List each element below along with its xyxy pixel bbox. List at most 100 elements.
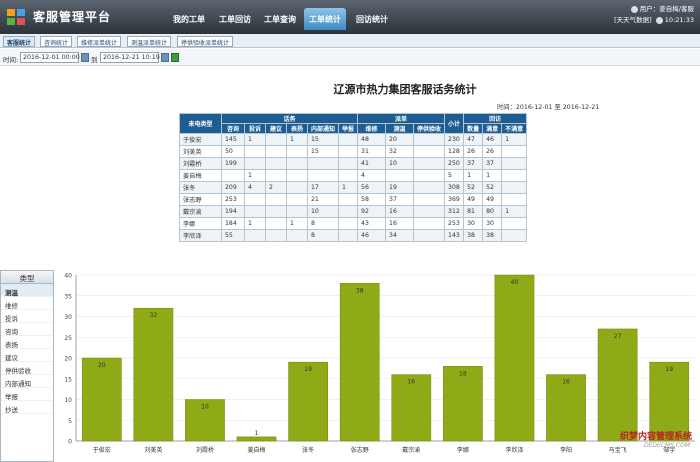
- type-list-item[interactable]: 测温: [1, 284, 53, 297]
- table-cell: 20: [385, 133, 415, 146]
- table-row: 姜自梅 1 4 5 1 1: [179, 169, 528, 182]
- table-cell: [286, 145, 308, 158]
- x-tick-label: 刘美英: [144, 446, 162, 454]
- table-cell: 37: [463, 157, 484, 170]
- table-cell: 30: [463, 217, 484, 230]
- user-icon: [630, 5, 638, 13]
- col-header: 数量: [463, 123, 484, 134]
- y-tick-label: 25: [64, 335, 72, 342]
- table-cell: 38: [482, 229, 503, 242]
- table-cell: 38: [463, 229, 484, 242]
- col-header: 咨询: [221, 123, 245, 134]
- y-tick-label: 10: [64, 397, 72, 404]
- table-cell: [286, 205, 308, 218]
- x-tick-label: 李欣泽: [505, 446, 523, 454]
- bar: [443, 366, 483, 442]
- subtab-stop-supply-stats[interactable]: 停供验收派单统计: [177, 36, 234, 47]
- bar: [288, 361, 328, 442]
- type-list-panel: 类型 测温 维修 投诉 咨询 表扬 建议 停供验收 内部通知 举报 抄送: [0, 270, 54, 462]
- bar-value-label: 38: [356, 287, 364, 294]
- subtab-temp-stats[interactable]: 测温派单统计: [127, 36, 172, 47]
- bar: [133, 307, 174, 442]
- table-cell: 253: [221, 193, 245, 206]
- type-list-item[interactable]: 表扬: [1, 336, 53, 349]
- table-cell: 184: [221, 217, 245, 230]
- type-list-item[interactable]: 建议: [1, 349, 53, 362]
- table-row: 刘美英 50 15 31 32 128 26 26: [179, 145, 528, 158]
- type-list-item[interactable]: 停供验收: [1, 362, 53, 375]
- nav-order-query[interactable]: 工单查询: [264, 14, 296, 25]
- table-cell: [501, 181, 528, 194]
- table-cell: [413, 229, 446, 242]
- y-tick-label: 15: [64, 376, 72, 383]
- table-cell: 1: [482, 169, 503, 182]
- table-cell: 15: [306, 145, 340, 158]
- type-list-item[interactable]: 抄送: [1, 401, 53, 414]
- type-list-item[interactable]: 维修: [1, 297, 53, 310]
- table-row: 张冬 209 4 2 17 1 56 19 308 52 52: [179, 181, 528, 194]
- start-calendar-icon[interactable]: [81, 53, 89, 62]
- x-tick-label: 姜自梅: [248, 446, 266, 454]
- table-cell: [338, 193, 359, 206]
- table-cell: [413, 133, 446, 146]
- weather-text: [天天气数据]: [614, 16, 652, 24]
- table-cell: 46: [357, 229, 387, 242]
- bar-value-label: 1: [255, 430, 259, 437]
- nav-order-visit[interactable]: 工单回访: [219, 14, 251, 25]
- table-cell: [221, 169, 245, 182]
- table-cell: 16: [385, 205, 415, 218]
- bar-chart: 0 5 10 15 20 25 30 35 40 20 于俊宏 32 刘美英 10 刘霞桥 1 姜自梅 19 张冬 3…: [64, 273, 695, 454]
- x-tick-label: 李阳: [560, 446, 572, 454]
- nav-visit-stats[interactable]: 回访统计: [356, 14, 388, 25]
- table-cell: [286, 157, 308, 170]
- table-row: 李娜 184 1 1 8 43 16 253 30 30: [179, 217, 528, 230]
- row-name-cell: 张冬: [179, 181, 222, 194]
- table-cell: 253: [444, 217, 465, 230]
- row-name-cell: 戴宗渝: [179, 205, 222, 218]
- table-cell: 1: [463, 169, 484, 182]
- table-cell: 369: [444, 193, 465, 206]
- subtab-repair-stats[interactable]: 维修派单统计: [77, 36, 122, 47]
- export-excel-icon[interactable]: [171, 53, 179, 62]
- table-cell: [413, 217, 446, 230]
- type-list-item[interactable]: 咨询: [1, 323, 53, 336]
- table-cell: [338, 169, 359, 182]
- table-row: 刘霞桥 199 41 10 250 37 37: [179, 157, 528, 170]
- table-cell: 80: [482, 205, 503, 218]
- group-calls: 话务: [220, 113, 359, 124]
- end-date-input[interactable]: 2016-12-21 10:19: [100, 52, 160, 63]
- table-cell: 17: [306, 181, 340, 194]
- table-cell: 50: [221, 145, 245, 158]
- table-cell: [265, 133, 287, 146]
- table-cell: [265, 217, 287, 230]
- table-row: 张志野 253 21 58 37 369 49 49: [179, 193, 528, 206]
- subtab-service-stats[interactable]: 客服统计: [3, 36, 36, 47]
- app-title: 客服管理平台: [33, 10, 112, 24]
- row-name-cell: 姜自梅: [179, 169, 222, 182]
- subtab-consult-stats[interactable]: 咨询统计: [40, 36, 73, 47]
- report-title: 辽源市热力集团客服话务统计: [333, 83, 477, 96]
- nav-my-orders[interactable]: 我的工单: [173, 14, 205, 25]
- group-dispatch: 派单: [357, 113, 446, 124]
- row-name-cell: 李欣泽: [179, 229, 222, 242]
- table-cell: 1: [286, 217, 308, 230]
- table-cell: [501, 193, 528, 206]
- table-cell: [413, 181, 446, 194]
- type-list-item[interactable]: 举报: [1, 388, 53, 401]
- to-label: 到: [91, 56, 98, 64]
- nav-order-stats[interactable]: 工单统计: [304, 8, 346, 30]
- start-date-input[interactable]: 2016-12-01 00:00: [20, 52, 80, 63]
- clock-icon: [655, 16, 663, 24]
- table-row: 戴宗渝 194 10 92 16 312 81 80 1: [179, 205, 528, 218]
- type-list-item[interactable]: 投诉: [1, 310, 53, 323]
- report-time-range: 时间：2016-12-01 至 2016-12-21: [497, 104, 600, 111]
- type-list-item[interactable]: 内部通知: [1, 375, 53, 388]
- table-cell: [265, 145, 287, 158]
- table-cell: 250: [444, 157, 465, 170]
- end-calendar-icon[interactable]: [161, 53, 169, 62]
- table-cell: 4: [357, 169, 387, 182]
- bar-value-label: 20: [98, 362, 106, 369]
- table-cell: [338, 229, 359, 242]
- y-tick-label: 30: [64, 314, 72, 321]
- table-cell: 21: [306, 193, 340, 206]
